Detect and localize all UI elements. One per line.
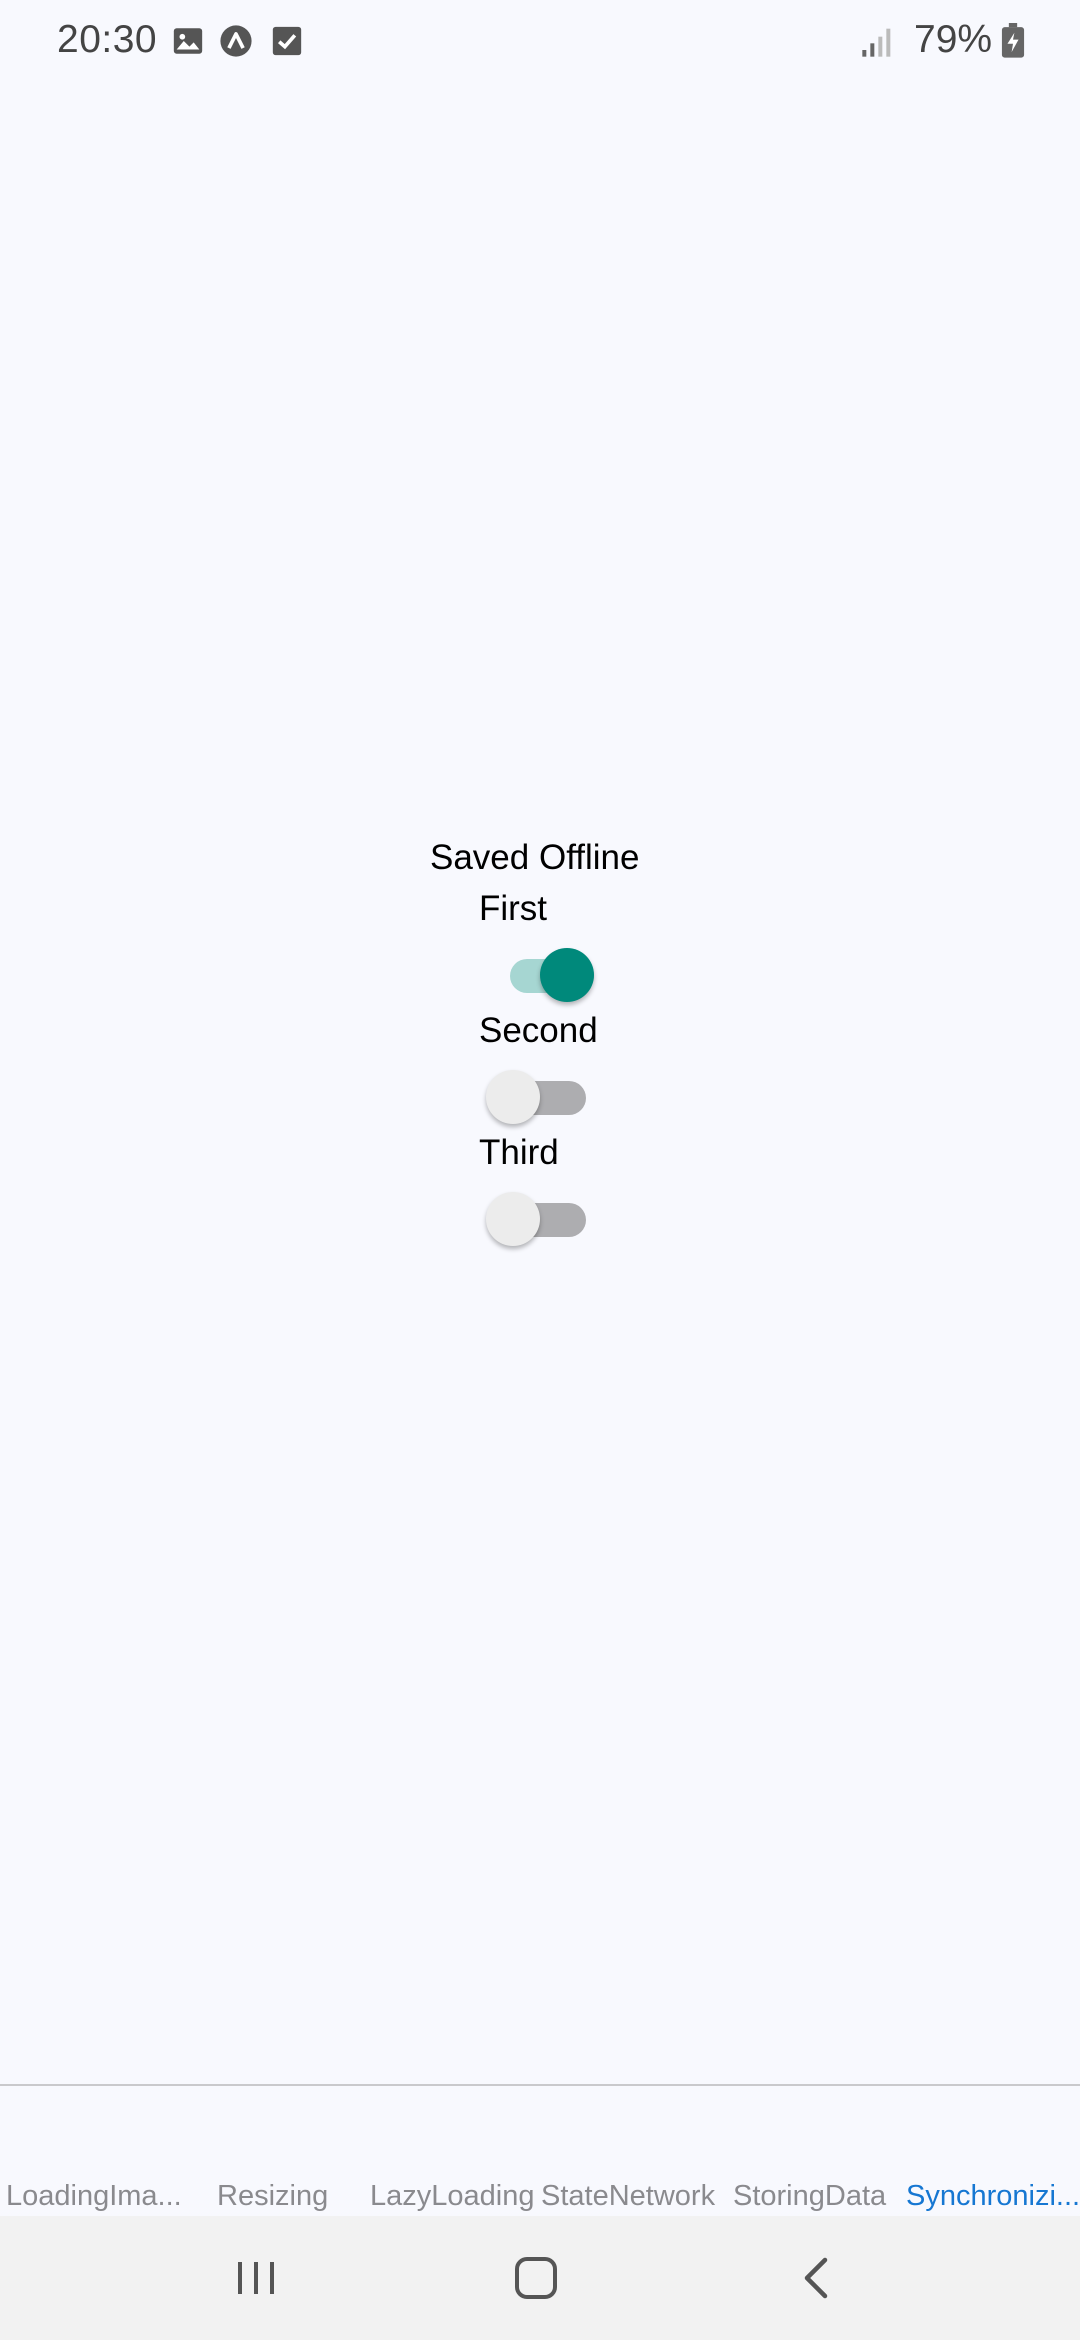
tab-lazy-loading[interactable]: LazyLoading xyxy=(370,2180,534,2213)
home-icon[interactable] xyxy=(504,2246,568,2310)
toggle-thumb xyxy=(540,948,594,1002)
toggle-label-second: Second xyxy=(479,1011,598,1050)
system-nav-bar xyxy=(0,2216,1080,2340)
tab-synchronizing[interactable]: Synchronizi... xyxy=(906,2180,1080,2213)
bottom-tab-bar: LoadingIma... Resizing LazyLoading State… xyxy=(0,2084,1080,2218)
toggle-thumb xyxy=(486,1070,540,1124)
tab-state-network[interactable]: StateNetwork xyxy=(541,2180,715,2213)
toggle-label-first: First xyxy=(479,889,548,928)
toggle-thumb xyxy=(486,1192,540,1246)
tab-loading-images[interactable]: LoadingIma... xyxy=(6,2180,182,2213)
toggle-second[interactable] xyxy=(486,1063,586,1124)
toggle-third[interactable] xyxy=(486,1185,586,1246)
back-icon[interactable] xyxy=(785,2246,849,2310)
tab-resizing[interactable]: Resizing xyxy=(217,2180,328,2213)
toggle-label-third: Third xyxy=(479,1133,559,1172)
toggle-first[interactable] xyxy=(510,941,594,1002)
page-title: Saved Offline xyxy=(430,838,640,877)
main-content: Saved Offline First Second Third xyxy=(0,0,1080,2084)
tab-storing-data[interactable]: StoringData xyxy=(733,2180,886,2213)
recents-icon[interactable] xyxy=(224,2246,288,2310)
